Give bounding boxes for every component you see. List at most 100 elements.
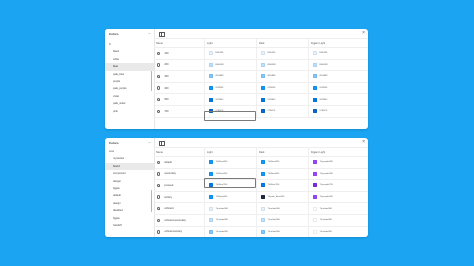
sidebar-item-design[interactable]: design — [105, 200, 154, 207]
color-swatch[interactable] — [209, 171, 213, 176]
variable-name-cell[interactable]: default — [154, 157, 204, 168]
value-cell-light[interactable]: Tk.white/400 — [204, 203, 257, 214]
color-swatch[interactable] — [261, 109, 265, 114]
toggle-sidebar-icon[interactable] — [159, 140, 165, 146]
table-row[interactable]: onbrand Tk.white/400 Tk.white/400 Tk.white/… — [154, 203, 368, 215]
variable-name-cell[interactable]: 500 — [154, 94, 204, 105]
value-cell-figma[interactable]: Tk.white/400 — [308, 226, 368, 237]
color-swatch[interactable] — [209, 229, 213, 234]
value-cell-dark[interactable]: 80CAFF — [256, 71, 309, 82]
value-cell-figma[interactable]: 80CAFF — [308, 71, 368, 82]
variable-name-cell[interactable]: 400 — [154, 83, 204, 94]
color-swatch[interactable] — [313, 195, 317, 200]
sidebar-item-default[interactable]: default — [105, 192, 154, 199]
variable-name-cell[interactable]: 100 — [154, 48, 204, 59]
color-swatch[interactable] — [261, 195, 265, 200]
value-cell-figma[interactable]: Tk.white/400 — [308, 214, 368, 226]
color-swatch[interactable] — [209, 160, 213, 165]
value-cell-dark[interactable]: 0768CF — [256, 105, 309, 117]
value-cell-figma[interactable]: Tk.purple/400 — [308, 168, 368, 180]
sidebar-item-purple[interactable]: purple — [105, 78, 154, 85]
color-swatch[interactable] — [313, 86, 317, 91]
sidebar-item-disabled[interactable]: disabled — [105, 207, 154, 214]
color-swatch[interactable] — [261, 97, 265, 102]
variable-name-cell[interactable]: 200 — [154, 60, 204, 71]
more-options-icon[interactable]: ··· — [148, 31, 151, 36]
color-swatch[interactable] — [313, 183, 317, 188]
table-row[interactable]: 300 80CAFF 80CAFF 80CAFF — [154, 71, 368, 83]
color-swatch[interactable] — [313, 218, 317, 223]
color-swatch[interactable] — [261, 51, 265, 56]
sidebar-item-pale-blue[interactable]: pale_blue — [105, 71, 154, 78]
variable-name-cell[interactable]: 700 — [154, 106, 204, 117]
color-swatch[interactable] — [313, 97, 317, 102]
sidebar-item-brand[interactable]: brand — [105, 162, 154, 171]
close-icon[interactable]: × — [362, 139, 365, 145]
value-cell-figma[interactable]: Tk.purple/700 — [308, 180, 368, 191]
sidebar-item-white[interactable]: white — [105, 56, 154, 63]
color-swatch[interactable] — [261, 218, 265, 223]
value-cell-dark[interactable]: Tk.white/400 — [256, 214, 309, 226]
variable-name-cell[interactable]: 300 — [154, 71, 204, 82]
table-row[interactable]: onbrand-secondary Tk.white/400 Tk.white/40… — [154, 214, 368, 227]
variable-name-cell[interactable]: onbrand-tertiary — [154, 227, 204, 237]
sidebar-item-violet[interactable]: violet — [105, 93, 154, 100]
toggle-sidebar-icon[interactable] — [159, 31, 165, 37]
value-cell-light[interactable]: Tk.white/400 — [204, 214, 257, 226]
variable-name-cell[interactable]: secondary — [154, 169, 204, 180]
variable-name-cell[interactable]: tertiary — [154, 192, 204, 203]
color-swatch[interactable] — [261, 171, 265, 176]
color-swatch[interactable] — [261, 74, 265, 79]
variable-name-cell[interactable]: pressed — [154, 180, 204, 191]
color-swatch[interactable] — [209, 86, 213, 91]
sidebar-item-pale-purple[interactable]: pale_purple — [105, 85, 154, 92]
value-cell-figma[interactable]: Tk.purple/400 — [308, 191, 368, 203]
sidebar-item-figjam[interactable]: figjam — [105, 215, 154, 222]
value-cell-dark[interactable]: Tk.white/400 — [256, 203, 309, 214]
value-cell-light[interactable]: Tk.Blue/400 — [204, 157, 257, 168]
value-cell-figma[interactable]: E5F4FF — [308, 48, 368, 59]
sidebar-item-handoff[interactable]: handoff — [105, 222, 154, 229]
sidebar-scrollbar[interactable] — [151, 190, 153, 212]
color-swatch[interactable] — [313, 51, 317, 56]
color-swatch[interactable] — [261, 229, 265, 234]
more-options-icon[interactable]: ··· — [148, 140, 151, 145]
color-swatch[interactable] — [313, 74, 317, 79]
color-swatch[interactable] — [261, 183, 265, 188]
sidebar-item-core[interactable]: core — [105, 148, 154, 155]
value-cell-dark[interactable]: Tk.pale_blue/400 — [256, 191, 309, 203]
sidebar-item-pale-violet[interactable]: pale_violet — [105, 100, 154, 107]
value-cell-figma[interactable]: 0D99FF — [308, 82, 368, 94]
value-cell-light[interactable]: BDE3FF — [204, 59, 257, 71]
color-swatch[interactable] — [209, 218, 213, 223]
color-swatch[interactable] — [261, 86, 265, 91]
color-swatch[interactable] — [313, 109, 317, 114]
sidebar-item-danger[interactable]: danger — [105, 178, 154, 185]
sidebar-item-mysteries[interactable]: mysteries — [105, 155, 154, 162]
table-row[interactable]: onbrand-tertiary Tk.white/400 Tk.white/400… — [154, 226, 368, 237]
sidebar-item-blue[interactable]: blue — [105, 63, 154, 71]
value-cell-light[interactable]: 80CAFF — [204, 71, 257, 82]
table-row[interactable]: 400 0D99FF 0D99FF 0D99FF — [154, 82, 368, 95]
sidebar-item-black[interactable]: black — [105, 48, 154, 55]
value-cell-figma[interactable]: Tk.purple/400 — [308, 157, 368, 168]
table-row[interactable]: 500 007BE5 007BE5 007BE5 — [154, 94, 368, 106]
variable-name-cell[interactable]: onbrand — [154, 203, 204, 214]
value-cell-dark[interactable]: Tk.Blue/400 — [256, 157, 309, 168]
value-cell-light[interactable]: 007BE5 — [204, 94, 257, 105]
variable-name-cell[interactable]: onbrand-secondary — [154, 215, 204, 226]
value-cell-figma[interactable]: 007BE5 — [308, 94, 368, 105]
value-cell-figma[interactable]: 0768CF — [308, 105, 368, 117]
value-cell-dark[interactable]: 0D99FF — [256, 82, 309, 94]
value-cell-dark[interactable]: Tk.white/400 — [256, 226, 309, 237]
value-cell-light[interactable]: E5F4FF — [204, 48, 257, 59]
value-cell-dark[interactable]: Tk.Blue/400 — [256, 168, 309, 180]
table-row[interactable]: 100 E5F4FF E5F4FF E5F4FF — [154, 48, 368, 60]
color-swatch[interactable] — [209, 97, 213, 102]
value-cell-light[interactable]: 0D99FF — [204, 82, 257, 94]
table-row[interactable]: 700 0768CF 0768CF 0768CF — [154, 105, 368, 118]
sidebar-scrollbar[interactable] — [151, 71, 153, 91]
color-swatch[interactable] — [209, 195, 213, 200]
color-swatch[interactable] — [261, 62, 265, 67]
color-swatch[interactable] — [209, 51, 213, 56]
